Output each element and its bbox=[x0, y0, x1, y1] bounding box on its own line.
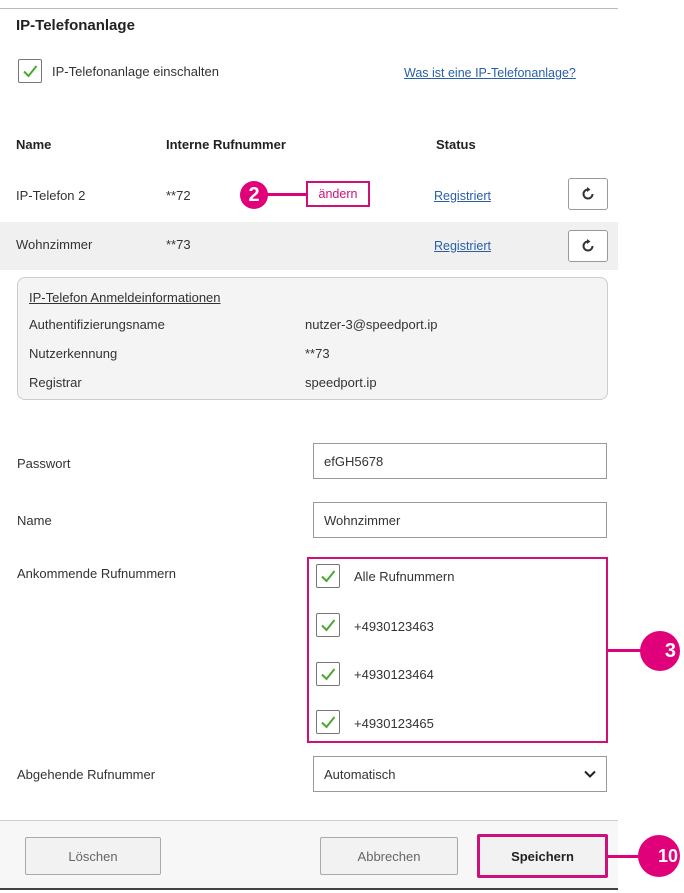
refresh-icon bbox=[582, 239, 594, 252]
marker-10-clip: 10 bbox=[638, 835, 684, 877]
incoming-number-checkbox[interactable] bbox=[316, 613, 340, 637]
login-info-title: IP-Telefon Anmeldeinformationen bbox=[29, 290, 221, 305]
checkmark-icon bbox=[321, 716, 336, 729]
incoming-number-label: +4930123465 bbox=[354, 716, 434, 731]
incoming-all-label: Alle Rufnummern bbox=[354, 569, 455, 584]
marker-2-line bbox=[266, 193, 307, 196]
enable-checkbox[interactable] bbox=[18, 59, 42, 83]
header-status: Status bbox=[436, 137, 476, 152]
marker-2: 2 bbox=[240, 181, 268, 209]
checkmark-icon bbox=[321, 668, 336, 681]
registrar-label: Registrar bbox=[29, 375, 82, 390]
row1-status-link[interactable]: Registriert bbox=[434, 189, 491, 203]
incoming-number-checkbox[interactable] bbox=[316, 662, 340, 686]
top-divider bbox=[0, 8, 618, 9]
incoming-number-label: +4930123463 bbox=[354, 619, 434, 634]
user-id-label: Nutzerkennung bbox=[29, 346, 118, 361]
delete-button[interactable]: Löschen bbox=[25, 837, 161, 875]
incoming-label: Ankommende Rufnummern bbox=[17, 566, 176, 581]
marker-10-line bbox=[608, 855, 642, 858]
cancel-button[interactable]: Abbrechen bbox=[320, 837, 458, 875]
marker-10: 10 bbox=[638, 835, 680, 877]
incoming-numbers-group bbox=[307, 557, 608, 743]
marker-3-line bbox=[608, 649, 644, 652]
page-title: IP-Telefonanlage bbox=[16, 17, 135, 34]
outgoing-select-value: Automatisch bbox=[324, 766, 396, 782]
auth-name-value: nutzer-3@speedport.ip bbox=[305, 317, 438, 332]
incoming-number-label: +4930123464 bbox=[354, 667, 434, 682]
checkmark-icon bbox=[23, 65, 38, 78]
row1-number: **72 bbox=[166, 188, 191, 203]
table-row bbox=[0, 222, 618, 270]
marker-3-clip: 3 bbox=[640, 631, 684, 671]
chevron-down-icon bbox=[584, 770, 596, 778]
row1-name: IP-Telefon 2 bbox=[16, 188, 86, 203]
row2-refresh-button[interactable] bbox=[568, 230, 608, 262]
help-link[interactable]: Was ist eine IP-Telefonanlage? bbox=[404, 66, 576, 80]
outgoing-select[interactable]: Automatisch bbox=[313, 756, 607, 792]
enable-label: IP-Telefonanlage einschalten bbox=[52, 64, 219, 79]
password-input[interactable]: efGH5678 bbox=[313, 443, 607, 479]
edit-link[interactable]: ändern bbox=[306, 181, 370, 207]
row2-number: **73 bbox=[166, 237, 191, 252]
bottom-rule bbox=[0, 888, 618, 890]
password-label: Passwort bbox=[17, 456, 71, 471]
checkmark-icon bbox=[321, 570, 336, 583]
row2-name: Wohnzimmer bbox=[16, 237, 93, 252]
checkmark-icon bbox=[321, 619, 336, 632]
incoming-all-checkbox[interactable] bbox=[316, 564, 340, 588]
user-id-value: **73 bbox=[305, 346, 330, 361]
edit-link-label: ändern bbox=[318, 187, 358, 201]
refresh-icon bbox=[582, 187, 594, 200]
registrar-value: speedport.ip bbox=[305, 375, 377, 390]
marker-3: 3 bbox=[640, 631, 680, 671]
name-label: Name bbox=[17, 513, 52, 528]
outgoing-label: Abgehende Rufnummer bbox=[17, 767, 156, 782]
incoming-number-checkbox[interactable] bbox=[316, 710, 340, 734]
header-number: Interne Rufnummer bbox=[166, 137, 286, 152]
name-input[interactable]: Wohnzimmer bbox=[313, 502, 607, 538]
header-name: Name bbox=[16, 137, 52, 152]
save-button[interactable]: Speichern bbox=[477, 834, 608, 878]
auth-name-label: Authentifizierungsname bbox=[29, 317, 165, 332]
row2-status-link[interactable]: Registriert bbox=[434, 239, 491, 253]
row1-refresh-button[interactable] bbox=[568, 178, 608, 210]
